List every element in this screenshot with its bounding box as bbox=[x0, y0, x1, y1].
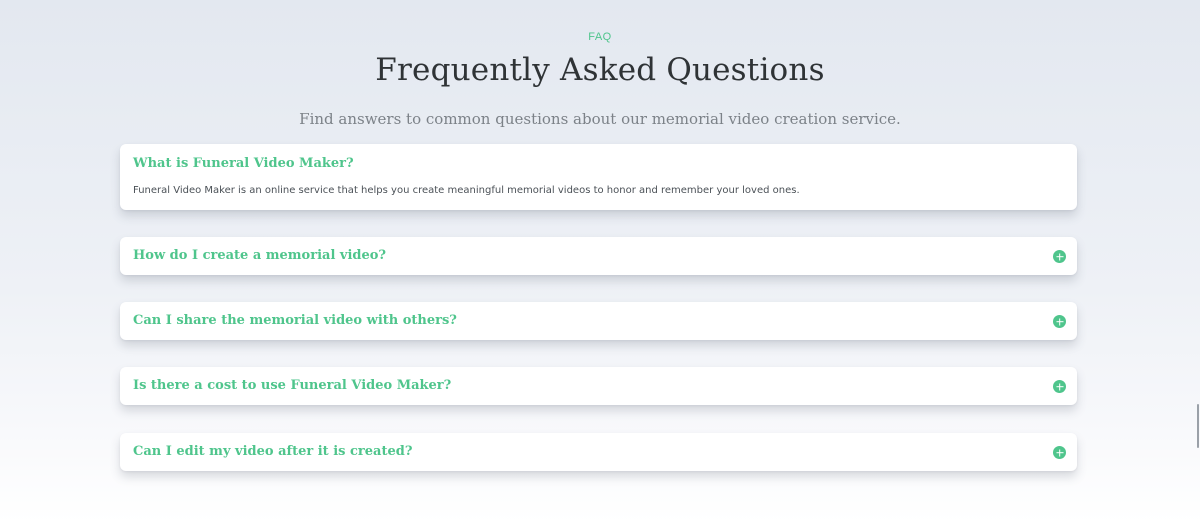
plus-circle-icon[interactable] bbox=[1053, 315, 1066, 328]
faq-item[interactable]: How do I create a memorial video? bbox=[120, 237, 1077, 275]
faq-eyebrow: FAQ bbox=[588, 31, 612, 43]
faq-question[interactable]: What is Funeral Video Maker? bbox=[133, 156, 354, 171]
page-title: Frequently Asked Questions bbox=[375, 52, 825, 88]
plus-circle-icon[interactable] bbox=[1053, 446, 1066, 459]
page-subtitle: Find answers to common questions about o… bbox=[299, 110, 901, 128]
scrollbar-thumb[interactable] bbox=[1197, 404, 1199, 448]
faq-question[interactable]: Can I share the memorial video with othe… bbox=[133, 313, 457, 328]
plus-circle-icon[interactable] bbox=[1053, 380, 1066, 393]
plus-circle-icon[interactable] bbox=[1053, 250, 1066, 263]
faq-question[interactable]: Can I edit my video after it is created? bbox=[133, 444, 412, 459]
faq-item[interactable]: Can I share the memorial video with othe… bbox=[120, 302, 1077, 340]
faq-answer: Funeral Video Maker is an online service… bbox=[133, 185, 800, 196]
faq-item[interactable]: Is there a cost to use Funeral Video Mak… bbox=[120, 367, 1077, 405]
faq-item[interactable]: Can I edit my video after it is created? bbox=[120, 433, 1077, 471]
faq-question[interactable]: How do I create a memorial video? bbox=[133, 248, 386, 263]
faq-item-expanded[interactable]: What is Funeral Video Maker? Funeral Vid… bbox=[120, 144, 1077, 210]
faq-question[interactable]: Is there a cost to use Funeral Video Mak… bbox=[133, 378, 451, 393]
